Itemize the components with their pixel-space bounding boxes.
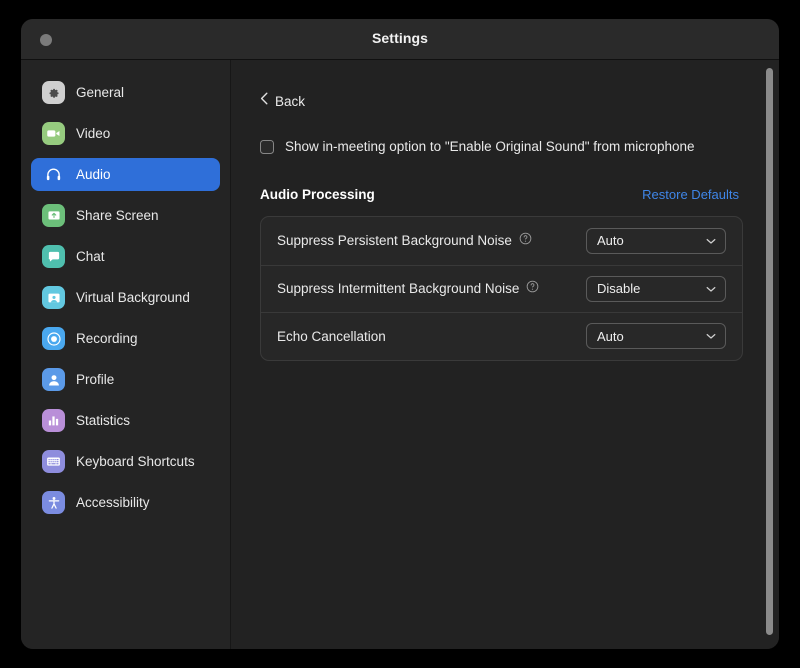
sidebar-item-virtual-background[interactable]: Virtual Background xyxy=(31,281,220,314)
sidebar-item-profile[interactable]: Profile xyxy=(31,363,220,396)
chevron-down-icon xyxy=(706,280,716,298)
select-value: Auto xyxy=(597,328,624,344)
original-sound-checkbox[interactable] xyxy=(260,139,274,154)
setting-label: Suppress Persistent Background Noise xyxy=(277,233,512,249)
help-icon[interactable] xyxy=(519,232,532,250)
back-label: Back xyxy=(275,93,306,109)
title-bar: Settings xyxy=(21,19,779,60)
scrollbar-thumb[interactable] xyxy=(766,68,773,635)
select-value: Disable xyxy=(597,281,641,297)
sidebar-item-video[interactable]: Video xyxy=(31,117,220,150)
sidebar-item-label: Chat xyxy=(76,249,105,264)
sidebar-item-label: Accessibility xyxy=(76,495,150,510)
gear-icon xyxy=(42,81,65,104)
original-sound-label: Show in-meeting option to "Enable Origin… xyxy=(285,139,695,154)
bar-chart-icon xyxy=(42,409,65,432)
chat-bubble-icon xyxy=(42,245,65,268)
setting-label-group: Suppress Persistent Background Noise xyxy=(277,232,532,250)
setting-row-suppress-intermittent-background-noise: Suppress Intermittent Background Noise Di… xyxy=(261,264,742,313)
sidebar: General Video Audio Share Screen Chat Virtual… xyxy=(21,60,231,649)
sidebar-item-label: Statistics xyxy=(76,413,131,428)
sidebar-item-label: Virtual Background xyxy=(76,290,190,305)
setting-label: Echo Cancellation xyxy=(277,328,386,344)
record-icon xyxy=(42,327,65,350)
accessibility-icon xyxy=(42,491,65,514)
restore-defaults-link[interactable]: Restore Defaults xyxy=(642,187,739,202)
section-title: Audio Processing xyxy=(260,187,375,202)
sidebar-item-share-screen[interactable]: Share Screen xyxy=(31,199,220,232)
sidebar-item-label: Share Screen xyxy=(76,208,159,223)
window-title: Settings xyxy=(371,30,429,46)
window-body: General Video Audio Share Screen Chat Virtual… xyxy=(21,60,779,649)
sidebar-item-label: Keyboard Shortcuts xyxy=(76,454,195,469)
sidebar-item-label: Audio xyxy=(76,167,111,182)
help-icon[interactable] xyxy=(526,280,539,298)
setting-row-suppress-persistent-background-noise: Suppress Persistent Background Noise Auto xyxy=(261,217,742,265)
sidebar-item-label: General xyxy=(76,85,125,100)
setting-row-echo-cancellation: Echo Cancellation Auto xyxy=(261,312,742,360)
chevron-down-icon xyxy=(706,232,716,250)
content-pane: Back Show in-meeting option to "Enable O… xyxy=(231,60,779,649)
sidebar-item-keyboard-shortcuts[interactable]: Keyboard Shortcuts xyxy=(31,445,220,478)
sidebar-item-statistics[interactable]: Statistics xyxy=(31,404,220,437)
sidebar-item-accessibility[interactable]: Accessibility xyxy=(31,486,220,519)
audio-processing-card: Suppress Persistent Background Noise Auto… xyxy=(260,216,743,361)
original-sound-option[interactable]: Show in-meeting option to "Enable Origin… xyxy=(260,139,743,154)
setting-select-echo-cancellation[interactable]: Auto xyxy=(586,323,726,350)
share-screen-icon xyxy=(42,204,65,227)
sidebar-item-chat[interactable]: Chat xyxy=(31,240,220,273)
setting-select-suppress-intermittent-background-noise[interactable]: Disable xyxy=(586,275,726,302)
virtual-background-icon xyxy=(42,286,65,309)
audio-processing-header: Audio Processing Restore Defaults xyxy=(260,187,743,202)
headphones-icon xyxy=(42,163,65,186)
setting-select-suppress-persistent-background-noise[interactable]: Auto xyxy=(586,227,726,254)
setting-label-group: Echo Cancellation xyxy=(277,329,386,344)
chevron-down-icon xyxy=(706,327,716,345)
sidebar-item-label: Profile xyxy=(76,372,115,387)
sidebar-item-general[interactable]: General xyxy=(31,76,220,109)
person-icon xyxy=(42,368,65,391)
sidebar-item-label: Video xyxy=(76,126,111,141)
chevron-left-icon xyxy=(260,92,268,110)
settings-window: Settings General Video Audio Share Screen Ch… xyxy=(21,19,779,649)
back-button[interactable]: Back xyxy=(260,92,330,110)
select-value: Auto xyxy=(597,233,624,249)
camera-icon xyxy=(42,122,65,145)
sidebar-item-audio[interactable]: Audio xyxy=(31,158,220,191)
sidebar-item-recording[interactable]: Recording xyxy=(31,322,220,355)
sidebar-item-label: Recording xyxy=(76,331,138,346)
keyboard-icon xyxy=(42,450,65,473)
content-scrollbar[interactable] xyxy=(764,60,775,649)
setting-label: Suppress Intermittent Background Noise xyxy=(277,281,520,297)
setting-label-group: Suppress Intermittent Background Noise xyxy=(277,280,539,298)
